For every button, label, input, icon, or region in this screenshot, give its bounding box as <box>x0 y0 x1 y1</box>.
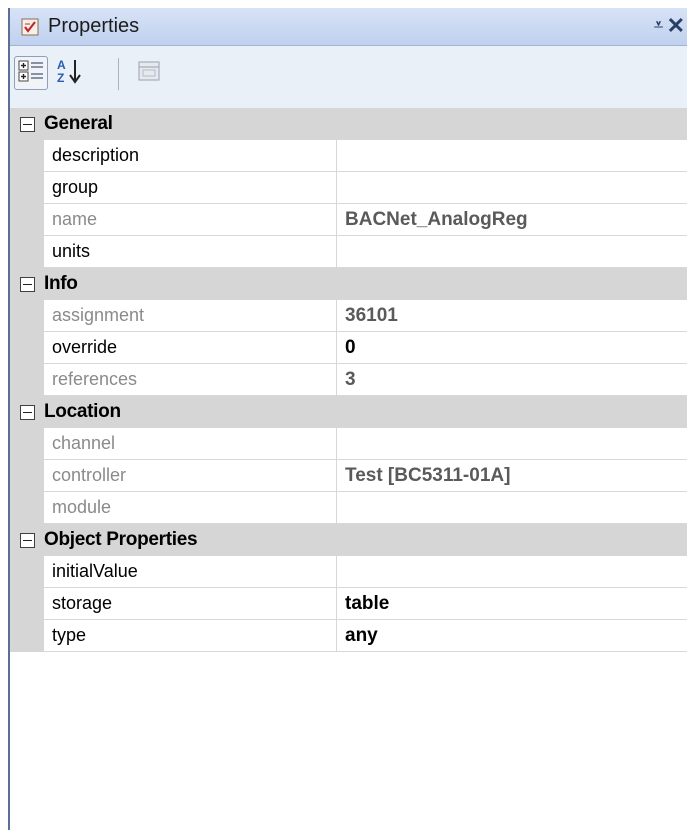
property-name[interactable]: units <box>44 236 337 268</box>
property-value[interactable]: table <box>337 588 687 620</box>
row-margin <box>10 492 44 524</box>
row-margin <box>10 460 44 492</box>
minus-box-icon <box>19 404 35 420</box>
property-row[interactable]: type any <box>10 620 687 652</box>
collapse-toggle[interactable] <box>10 276 44 292</box>
properties-check-icon <box>20 17 40 37</box>
property-name[interactable]: assignment <box>44 300 337 332</box>
property-name[interactable]: controller <box>44 460 337 492</box>
row-margin <box>10 428 44 460</box>
property-row[interactable]: override 0 <box>10 332 687 364</box>
category-label: General <box>44 113 113 134</box>
property-value[interactable]: BACNet_AnalogReg <box>337 204 687 236</box>
row-margin <box>10 172 44 204</box>
property-name[interactable]: initialValue <box>44 556 337 588</box>
property-row[interactable]: description <box>10 140 687 172</box>
minus-box-icon <box>19 116 35 132</box>
property-name[interactable]: description <box>44 140 337 172</box>
property-value[interactable] <box>337 556 687 588</box>
property-name[interactable]: channel <box>44 428 337 460</box>
row-margin <box>10 364 44 396</box>
collapse-toggle[interactable] <box>10 116 44 132</box>
svg-text:Z: Z <box>57 71 64 85</box>
categorized-button[interactable] <box>14 56 48 90</box>
property-value[interactable] <box>337 236 687 268</box>
property-row[interactable]: name BACNet_AnalogReg <box>10 204 687 236</box>
svg-text:A: A <box>57 58 66 72</box>
property-value[interactable] <box>337 492 687 524</box>
property-value[interactable]: 3 <box>337 364 687 396</box>
row-margin <box>10 620 44 652</box>
category-row[interactable]: Object Properties <box>10 524 687 556</box>
property-value[interactable]: any <box>337 620 687 652</box>
title-bar[interactable]: Properties ⩡ ✕ <box>10 8 687 46</box>
property-row[interactable]: units <box>10 236 687 268</box>
row-margin <box>10 588 44 620</box>
property-name[interactable]: type <box>44 620 337 652</box>
row-margin <box>10 140 44 172</box>
property-name[interactable]: name <box>44 204 337 236</box>
collapse-toggle[interactable] <box>10 404 44 420</box>
property-name[interactable]: module <box>44 492 337 524</box>
property-value[interactable] <box>337 172 687 204</box>
category-label: Object Properties <box>44 529 198 550</box>
category-label: Location <box>44 401 121 422</box>
property-value[interactable] <box>337 428 687 460</box>
close-icon[interactable]: ✕ <box>667 13 685 39</box>
category-row[interactable]: Location <box>10 396 687 428</box>
property-row[interactable]: assignment 36101 <box>10 300 687 332</box>
row-margin <box>10 556 44 588</box>
property-pages-button[interactable] <box>132 56 166 90</box>
alphabetical-sort-icon: A Z <box>54 56 84 91</box>
category-row[interactable]: Info <box>10 268 687 300</box>
minus-box-icon <box>19 276 35 292</box>
collapse-toggle[interactable] <box>10 532 44 548</box>
property-row[interactable]: storage table <box>10 588 687 620</box>
property-name[interactable]: storage <box>44 588 337 620</box>
property-row[interactable]: initialValue <box>10 556 687 588</box>
property-row[interactable]: channel <box>10 428 687 460</box>
property-name[interactable]: group <box>44 172 337 204</box>
pin-icon[interactable]: ⩡ <box>654 17 663 35</box>
categorized-icon <box>18 59 44 88</box>
row-margin <box>10 204 44 236</box>
window-title: Properties <box>48 15 140 37</box>
property-row[interactable]: module <box>10 492 687 524</box>
toolbar: A Z <box>10 46 687 108</box>
category-row[interactable]: General <box>10 108 687 140</box>
row-margin <box>10 236 44 268</box>
property-grid: General description group name BACNet_Analog… <box>10 108 687 652</box>
toolbar-separator <box>118 58 119 90</box>
property-row[interactable]: controller Test [BC5311-01A] <box>10 460 687 492</box>
row-margin <box>10 332 44 364</box>
row-margin <box>10 300 44 332</box>
property-name[interactable]: references <box>44 364 337 396</box>
property-value[interactable] <box>337 140 687 172</box>
category-label: Info <box>44 273 78 294</box>
minus-box-icon <box>19 532 35 548</box>
property-row[interactable]: group <box>10 172 687 204</box>
property-value[interactable]: 36101 <box>337 300 687 332</box>
property-value[interactable]: 0 <box>337 332 687 364</box>
property-pages-icon <box>137 60 161 87</box>
alphabetical-button[interactable]: A Z <box>52 56 86 90</box>
property-row[interactable]: references 3 <box>10 364 687 396</box>
properties-panel: Properties ⩡ ✕ A Z General description g… <box>8 8 687 830</box>
property-name[interactable]: override <box>44 332 337 364</box>
property-value[interactable]: Test [BC5311-01A] <box>337 460 687 492</box>
